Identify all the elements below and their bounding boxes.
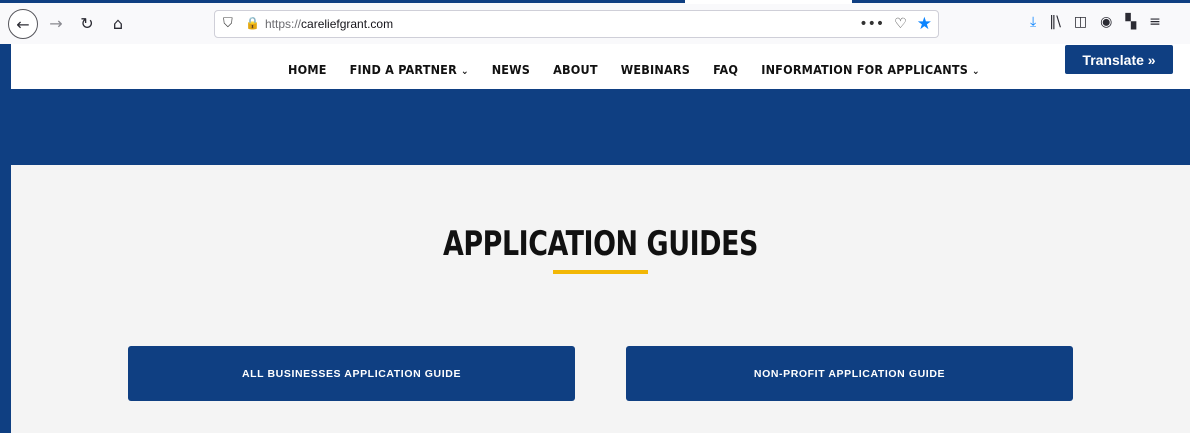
chevron-down-icon: ⌄ [972, 66, 980, 77]
nav-item-home[interactable]: HOME [288, 62, 327, 77]
pocket-icon[interactable]: ♡ [894, 16, 907, 32]
home-icon[interactable]: ⌂ [106, 11, 130, 35]
page-title: APPLICATION GUIDES [442, 224, 759, 264]
page-content: HOME FIND A PARTNER ⌄ NEWS ABOUT WEBINARS… [11, 44, 1190, 433]
lock-icon[interactable]: 🔒 [245, 16, 260, 30]
site-navigation: HOME FIND A PARTNER ⌄ NEWS ABOUT WEBINARS… [11, 44, 1190, 89]
url-text[interactable]: https://careliefgrant.com [265, 17, 393, 31]
url-host: careliefgrant.com [301, 17, 394, 31]
extensions-icon[interactable]: ▚ [1125, 14, 1136, 30]
tracking-shield-icon[interactable]: ⛉ [223, 16, 233, 31]
active-tab-indicator [685, 0, 852, 4]
title-underline [553, 270, 648, 274]
translate-button[interactable]: Translate » [1065, 45, 1173, 74]
non-profit-guide-button[interactable]: NON-PROFIT APPLICATION GUIDE [626, 346, 1073, 401]
bookmark-star-icon[interactable]: ★ [917, 14, 932, 34]
chevron-down-icon: ⌄ [460, 66, 469, 77]
download-icon[interactable]: ⤓ [1030, 14, 1036, 30]
address-bar[interactable]: ⛉ 🔒 https://careliefgrant.com ••• ♡ ★ [214, 10, 939, 38]
nav-item-find-a-partner[interactable]: FIND A PARTNER ⌄ [350, 62, 469, 77]
url-protocol: https:// [265, 17, 302, 31]
more-icon[interactable]: ••• [859, 16, 884, 32]
all-businesses-guide-button[interactable]: ALL BUSINESSES APPLICATION GUIDE [128, 346, 575, 401]
browser-toolbar: ← → ↻ ⌂ ⛉ 🔒 https://careliefgrant.com ••… [0, 0, 1190, 44]
main-menu: HOME FIND A PARTNER ⌄ NEWS ABOUT WEBINARS… [288, 62, 980, 77]
nav-item-label: FIND A PARTNER [349, 62, 457, 77]
nav-item-label: INFORMATION FOR APPLICANTS [761, 62, 969, 77]
nav-item-news[interactable]: NEWS [492, 62, 530, 77]
forward-arrow-icon[interactable]: → [44, 11, 68, 35]
nav-item-faq[interactable]: FAQ [713, 62, 738, 77]
reload-icon[interactable]: ↻ [75, 11, 99, 35]
hamburger-menu-icon[interactable]: ≡ [1149, 14, 1161, 30]
nav-item-about[interactable]: ABOUT [553, 62, 598, 77]
account-icon[interactable]: ◉ [1100, 14, 1112, 30]
nav-item-webinars[interactable]: WEBINARS [621, 62, 690, 77]
library-icon[interactable]: ‖\ [1049, 14, 1061, 30]
sidebar-icon[interactable]: ◫ [1074, 14, 1087, 30]
hero-banner [11, 89, 1190, 165]
nav-item-information-for-applicants[interactable]: INFORMATION FOR APPLICANTS ⌄ [761, 62, 980, 77]
back-arrow-icon[interactable]: ← [8, 9, 38, 39]
